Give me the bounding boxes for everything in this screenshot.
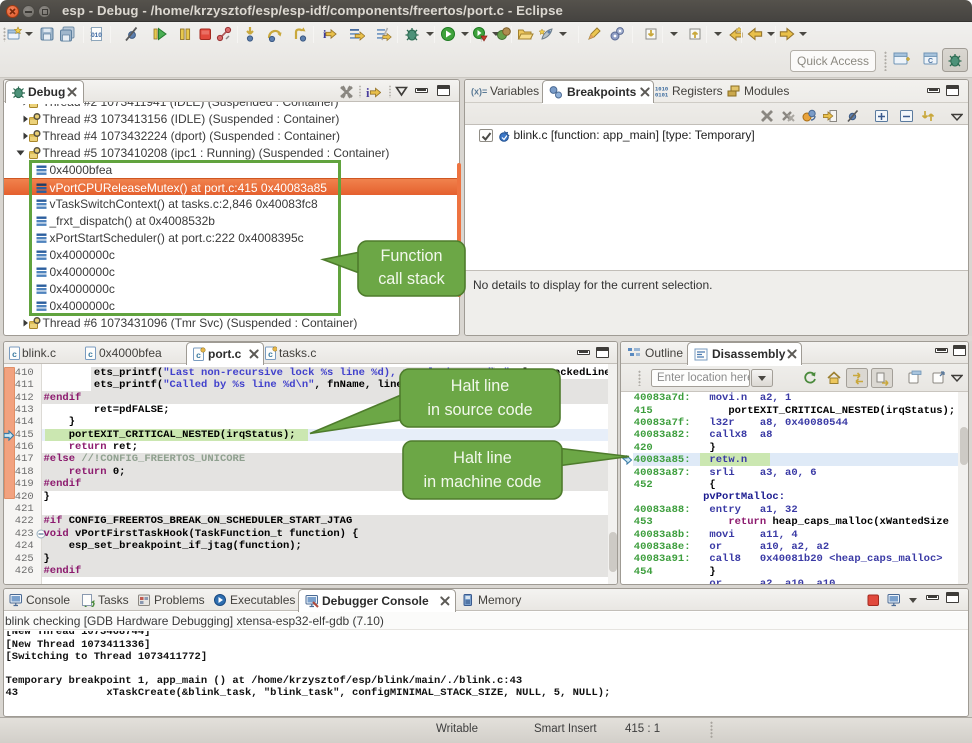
svg-text:0101: 0101	[655, 92, 669, 99]
svg-text:c: c	[12, 350, 17, 360]
svg-text:C: C	[928, 58, 933, 65]
svg-text:c: c	[88, 350, 93, 360]
svg-text:010: 010	[91, 32, 102, 39]
svg-text:c: c	[196, 351, 201, 361]
svg-text:c: c	[268, 350, 273, 360]
svg-text:(x)=: (x)=	[471, 87, 487, 97]
svg-text:i: i	[366, 86, 370, 100]
